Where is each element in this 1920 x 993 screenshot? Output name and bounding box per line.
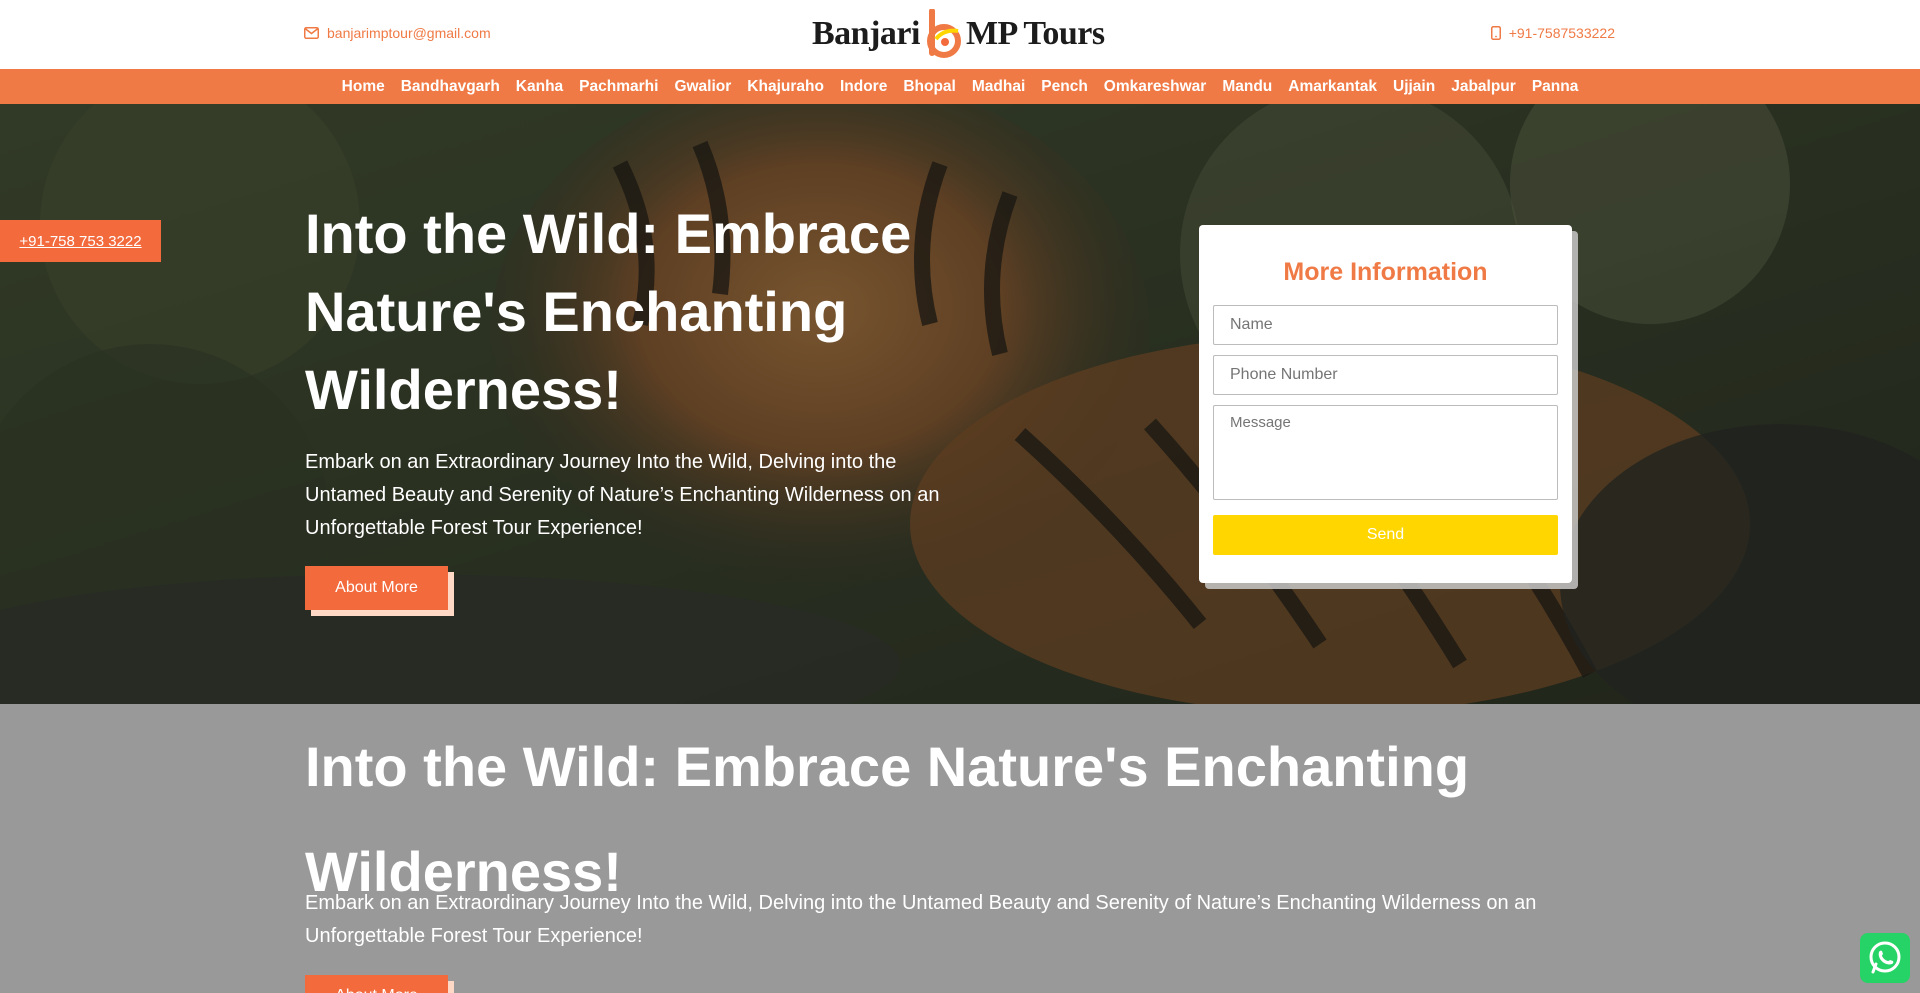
nav-item-khajuraho[interactable]: Khajuraho bbox=[739, 69, 832, 104]
nav-item-mandu[interactable]: Mandu bbox=[1214, 69, 1280, 104]
message-textarea[interactable] bbox=[1213, 405, 1558, 500]
about-more-button-secondary[interactable]: About More bbox=[305, 975, 448, 993]
hero-section: Into the Wild: Embrace Nature's Enchanti… bbox=[0, 104, 1920, 704]
phone-text: +91-7587533222 bbox=[1508, 25, 1615, 41]
phone-number-input[interactable] bbox=[1213, 355, 1558, 395]
nav-item-jabalpur[interactable]: Jabalpur bbox=[1443, 69, 1524, 104]
nav-item-kanha[interactable]: Kanha bbox=[508, 69, 571, 104]
nav-item-omkareshwar[interactable]: Omkareshwar bbox=[1096, 69, 1215, 104]
nav-item-bhopal[interactable]: Bhopal bbox=[895, 69, 964, 104]
email-text: banjarimptour@gmail.com bbox=[327, 25, 491, 41]
whatsapp-icon bbox=[1869, 941, 1901, 974]
mobile-phone-icon bbox=[1490, 26, 1501, 40]
nav-item-amarkantak[interactable]: Amarkantak bbox=[1280, 69, 1385, 104]
intro-section: Into the Wild: Embrace Nature's Enchanti… bbox=[0, 704, 1920, 993]
nav-item-pachmarhi[interactable]: Pachmarhi bbox=[571, 69, 666, 104]
main-nav: Home Bandhavgarh Kanha Pachmarhi Gwalior… bbox=[0, 69, 1920, 104]
about-more-button[interactable]: About More bbox=[305, 566, 448, 610]
form-title: More Information bbox=[1283, 258, 1488, 286]
top-bar: banjarimptour@gmail.com Banjari MP Tours… bbox=[0, 0, 1920, 69]
logo-text-right: MP Tours bbox=[965, 15, 1105, 52]
nav-item-gwalior[interactable]: Gwalior bbox=[666, 69, 739, 104]
phone-link[interactable]: +91-7587533222 bbox=[1490, 25, 1615, 41]
site-logo[interactable]: Banjari MP Tours bbox=[812, 8, 1112, 60]
email-link[interactable]: banjarimptour@gmail.com bbox=[304, 25, 491, 41]
nav-item-bandhavgarh[interactable]: Bandhavgarh bbox=[393, 69, 508, 104]
more-information-form: More Information Send bbox=[1199, 225, 1572, 583]
nav-item-panna[interactable]: Panna bbox=[1524, 69, 1587, 104]
section-description: Embark on an Extraordinary Journey Into … bbox=[305, 892, 1537, 947]
nav-list: Home Bandhavgarh Kanha Pachmarhi Gwalior… bbox=[334, 69, 1587, 104]
nav-item-indore[interactable]: Indore bbox=[832, 69, 895, 104]
hero-description: Embark on an Extraordinary Journey Into … bbox=[305, 451, 940, 539]
floating-call-button[interactable]: +91-758 753 3222 bbox=[0, 220, 161, 262]
nav-item-ujjain[interactable]: Ujjain bbox=[1385, 69, 1443, 104]
logo-text-left: Banjari bbox=[812, 15, 920, 52]
logo-mark-icon bbox=[922, 8, 964, 59]
nav-item-madhai[interactable]: Madhai bbox=[964, 69, 1033, 104]
name-input[interactable] bbox=[1213, 305, 1558, 345]
hero-title: Into the Wild: Embrace Nature's Enchanti… bbox=[305, 202, 912, 421]
send-button[interactable]: Send bbox=[1213, 515, 1558, 555]
envelope-icon bbox=[304, 27, 319, 39]
whatsapp-button[interactable] bbox=[1860, 933, 1910, 983]
nav-item-pench[interactable]: Pench bbox=[1033, 69, 1096, 104]
nav-item-home[interactable]: Home bbox=[334, 69, 393, 104]
